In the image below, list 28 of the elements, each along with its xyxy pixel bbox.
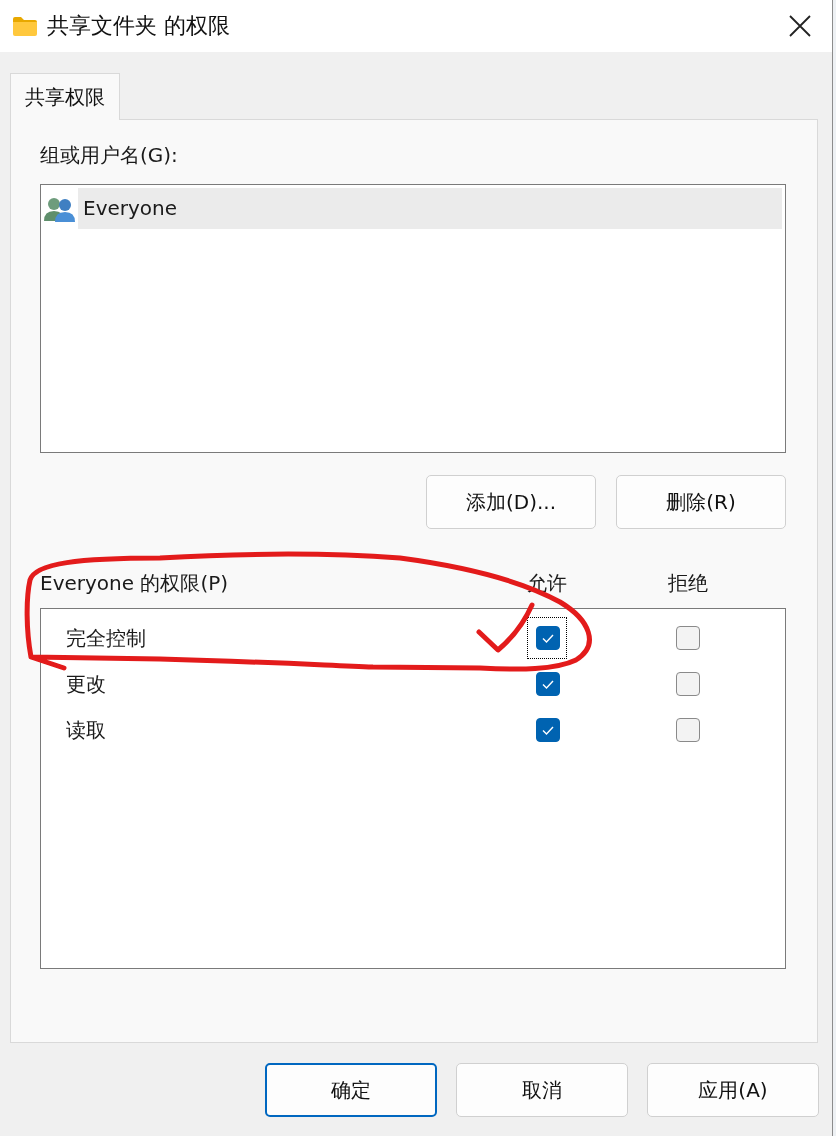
- checkbox[interactable]: [536, 718, 560, 742]
- permission-name: 更改: [66, 672, 106, 696]
- ok-button[interactable]: 确定: [265, 1063, 437, 1117]
- column-header: 拒绝: [667, 571, 709, 595]
- tab[interactable]: 共享权限: [10, 73, 120, 120]
- hand-drawn-checkmark: [476, 602, 535, 653]
- group-list[interactable]: Everyone: [40, 184, 786, 453]
- users-icon: [44, 195, 76, 222]
- checkmark-icon: [542, 725, 554, 735]
- window-title: 共享文件夹 的权限: [47, 12, 230, 40]
- checkmark-icon: [542, 679, 554, 689]
- checkbox[interactable]: [676, 718, 700, 742]
- permissions-label: Everyone 的权限(P): [40, 572, 230, 594]
- cancel-button[interactable]: 取消: [456, 1063, 628, 1117]
- checkbox[interactable]: [536, 672, 560, 696]
- close-icon: [789, 15, 811, 37]
- permission-name: 读取: [66, 718, 106, 742]
- folder-icon: [12, 15, 38, 37]
- checkbox[interactable]: [676, 672, 700, 696]
- apply-button[interactable]: 应用(A): [647, 1063, 819, 1117]
- checkbox[interactable]: [536, 626, 560, 650]
- list-item[interactable]: Everyone: [78, 188, 782, 229]
- permission-name: 完全控制: [66, 626, 146, 650]
- group-list-label: 组或用户名(G):: [40, 144, 179, 166]
- checkmark-icon: [542, 633, 554, 643]
- remove-button[interactable]: 删除(R): [616, 475, 786, 529]
- checkbox[interactable]: [676, 626, 700, 650]
- add-button[interactable]: 添加(D)...: [426, 475, 596, 529]
